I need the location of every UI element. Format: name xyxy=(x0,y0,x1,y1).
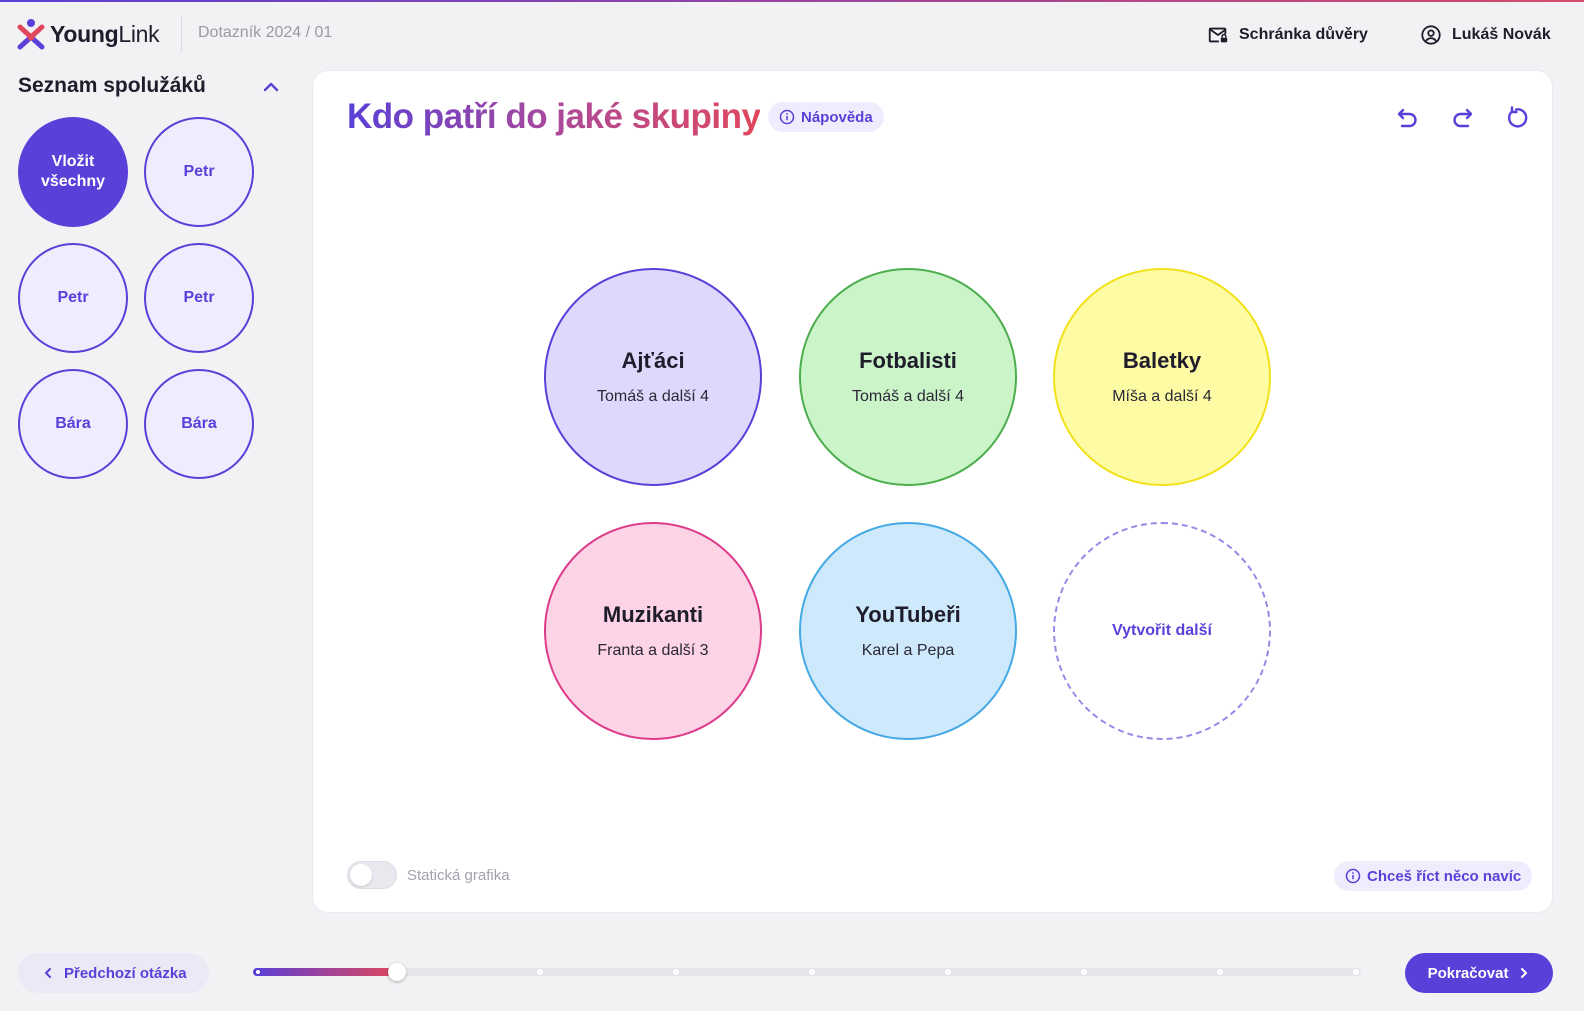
classmate-bubble[interactable]: Petr xyxy=(144,243,254,353)
static-graphics-label: Statická grafika xyxy=(407,867,510,884)
user-name: Lukáš Novák xyxy=(1452,26,1551,43)
progress-step-dot xyxy=(1217,969,1223,975)
group-members: Tomáš a další 4 xyxy=(851,388,965,405)
logo-wordmark-bold: Young xyxy=(50,20,119,47)
user-menu[interactable]: Lukáš Novák xyxy=(1420,24,1551,46)
progress-step-dot xyxy=(809,969,815,975)
progress-step-dot xyxy=(673,969,679,975)
help-label: Nápověda xyxy=(801,108,873,126)
group-bubble-baletky[interactable]: Baletky Míša a další 4 xyxy=(1053,268,1271,486)
progress-step-dot xyxy=(537,969,543,975)
progress-step-dot xyxy=(1353,969,1359,975)
previous-question-button[interactable]: Předchozí otázka xyxy=(18,953,209,993)
header-divider xyxy=(181,16,182,52)
younglink-logo[interactable]: YoungLink xyxy=(16,14,160,54)
redo-icon xyxy=(1453,108,1473,128)
progress-fill xyxy=(253,968,398,976)
help-button[interactable]: Nápověda xyxy=(768,102,884,132)
continue-button[interactable]: Pokračovat xyxy=(1405,953,1553,993)
reset-button[interactable] xyxy=(1501,103,1531,133)
logo-icon xyxy=(17,19,45,50)
group-name: Ajťáci xyxy=(621,348,685,373)
classmate-bubble[interactable]: Bára xyxy=(18,369,128,479)
trust-inbox-label: Schránka důvěry xyxy=(1239,26,1368,43)
reset-icon xyxy=(1507,106,1528,128)
undo-icon xyxy=(1397,108,1417,128)
previous-question-label: Předchozí otázka xyxy=(64,964,187,982)
insert-all-label-line2: všechny xyxy=(40,173,106,190)
progress-track xyxy=(253,968,1361,976)
classmate-bubble[interactable]: Bára xyxy=(144,369,254,479)
question-title: Kdo patří do jaké skupiny xyxy=(347,97,761,136)
chevron-up-icon xyxy=(263,82,279,92)
progress-step-dot xyxy=(1081,969,1087,975)
static-graphics-toggle[interactable] xyxy=(347,861,397,889)
group-name: YouTubeři xyxy=(855,602,961,627)
info-icon xyxy=(1345,868,1361,884)
say-more-label: Chceš říct něco navíc xyxy=(1367,867,1522,885)
redo-button[interactable] xyxy=(1447,103,1477,133)
group-name: Fotbalisti xyxy=(859,348,957,373)
undo-button[interactable] xyxy=(1393,103,1423,133)
user-circle-icon xyxy=(1421,25,1441,45)
create-group-label: Vytvořit další xyxy=(1112,622,1212,639)
classmate-bubble[interactable]: Petr xyxy=(144,117,254,227)
group-members: Karel a Pepa xyxy=(861,642,955,659)
group-bubble-ajtaci[interactable]: Ajťáci Tomáš a další 4 xyxy=(544,268,762,486)
group-bubble-fotbalisti[interactable]: Fotbalisti Tomáš a další 4 xyxy=(799,268,1017,486)
mail-lock-icon xyxy=(1208,27,1228,43)
group-bubble-muzikanti[interactable]: Muzikanti Franta a další 3 xyxy=(544,522,762,740)
trust-inbox-link[interactable]: Schránka důvěry xyxy=(1207,24,1368,46)
create-group-button[interactable]: Vytvořit další xyxy=(1053,522,1271,740)
insert-all-label-line1: Vložit xyxy=(51,153,95,170)
group-name: Baletky xyxy=(1122,348,1202,373)
logo-wordmark-light: Link xyxy=(118,20,160,47)
toggle-knob xyxy=(350,864,372,886)
classmates-list-title: Seznam spolužáků xyxy=(18,74,206,97)
say-more-button[interactable]: Chceš říct něco navíc xyxy=(1334,861,1533,891)
chevron-right-icon xyxy=(1521,968,1528,978)
info-icon xyxy=(779,109,795,125)
chevron-left-icon xyxy=(45,968,51,978)
group-members: Franta a další 3 xyxy=(597,642,709,659)
group-members: Míša a další 4 xyxy=(1112,388,1212,405)
collapse-classmates-button[interactable] xyxy=(260,76,282,98)
continue-label: Pokračovat xyxy=(1427,964,1509,982)
classmate-bubble[interactable]: Petr xyxy=(18,243,128,353)
insert-all-button[interactable]: Vložit všechny xyxy=(18,117,128,227)
progress-thumb[interactable] xyxy=(388,963,407,981)
progress-step-dot xyxy=(945,969,951,975)
survey-progress-bar[interactable] xyxy=(253,963,1361,981)
question-card: Kdo patří do jaké skupiny Nápověda Ajťác… xyxy=(312,70,1553,913)
progress-start-marker xyxy=(254,968,262,976)
group-members: Tomáš a další 4 xyxy=(596,388,710,405)
group-name: Muzikanti xyxy=(602,602,704,627)
group-bubble-youtuberi[interactable]: YouTubeři Karel a Pepa xyxy=(799,522,1017,740)
survey-breadcrumb: Dotazník 2024 / 01 xyxy=(198,24,333,41)
app-header: YoungLink Dotazník 2024 / 01 Schránka dů… xyxy=(0,2,1584,66)
